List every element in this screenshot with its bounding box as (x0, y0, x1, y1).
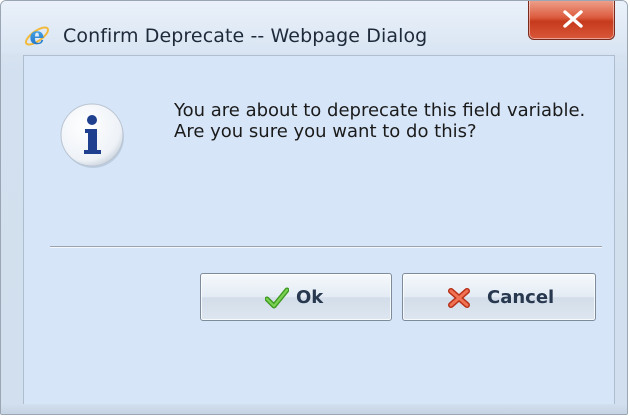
dialog-content: You are about to deprecate this field va… (23, 55, 615, 405)
checkmark-icon (264, 287, 290, 309)
title-bar[interactable]: e Confirm Deprecate -- Webpage Dialog (1, 1, 627, 53)
svg-text:e: e (29, 22, 44, 50)
cancel-button-label: Cancel (487, 287, 555, 308)
internet-explorer-icon: e (23, 21, 51, 50)
ok-button-label: Ok (296, 287, 324, 308)
info-icon (58, 100, 128, 170)
window-bottom-edge (1, 404, 627, 414)
x-mark-icon (447, 287, 471, 309)
ok-button[interactable]: Ok (200, 273, 392, 321)
dialog-window: e Confirm Deprecate -- Webpage Dialog Yo… (0, 0, 628, 415)
window-title: Confirm Deprecate -- Webpage Dialog (63, 25, 428, 47)
divider (50, 246, 602, 248)
dialog-message: You are about to deprecate this field va… (174, 100, 586, 142)
close-icon (563, 10, 583, 28)
close-button[interactable] (528, 1, 615, 40)
cancel-button[interactable]: Cancel (402, 273, 596, 321)
